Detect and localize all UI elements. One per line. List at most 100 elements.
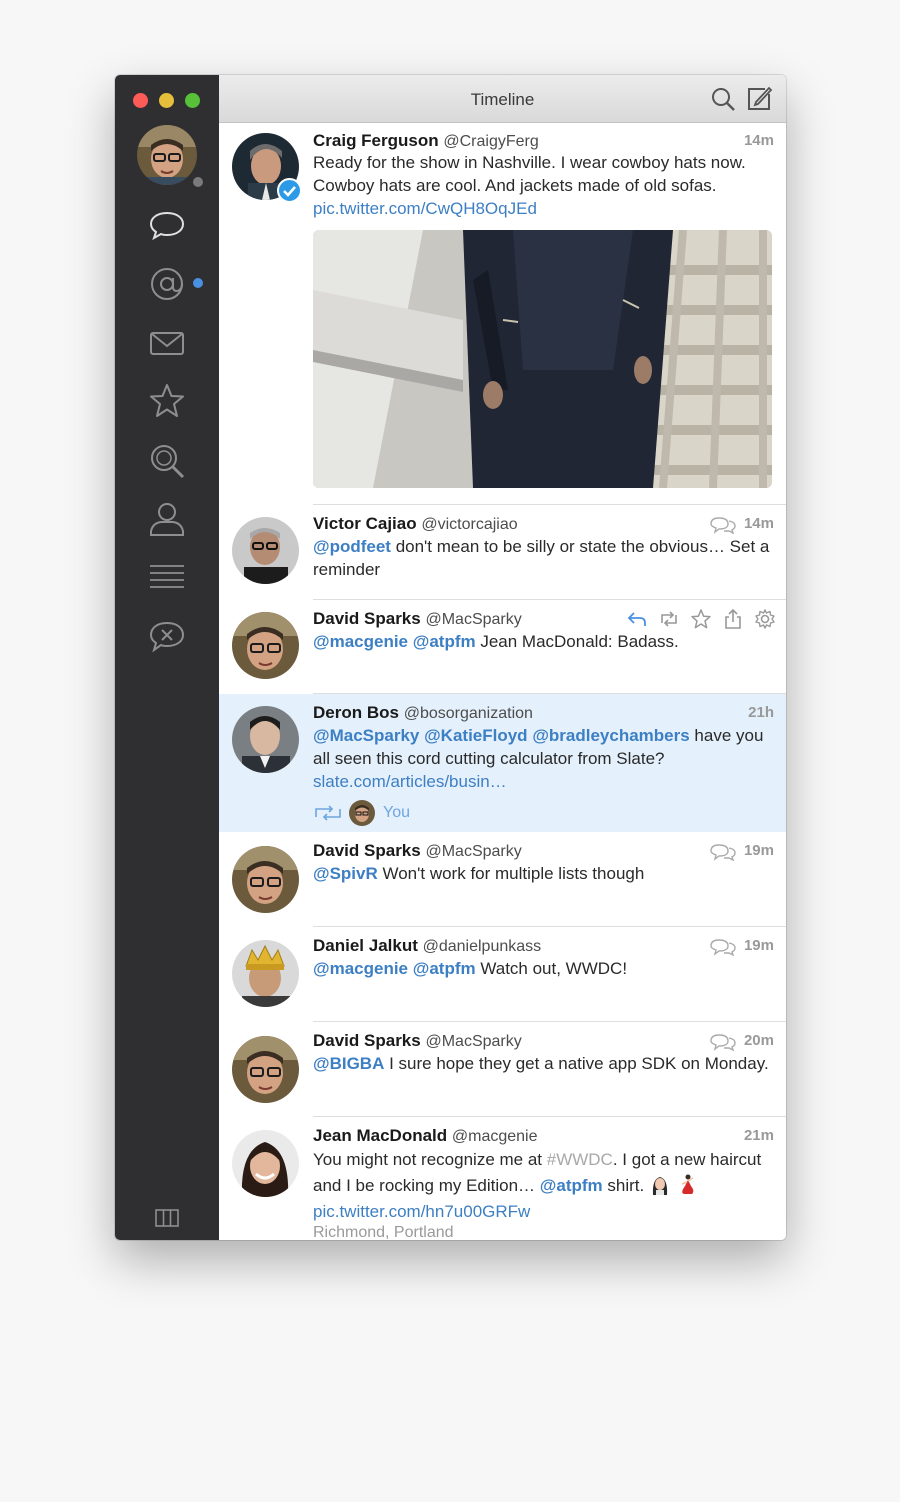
conversation-icon[interactable] — [710, 1033, 736, 1052]
avatar[interactable] — [232, 706, 299, 773]
author-name[interactable]: Victor Cajiao — [313, 514, 417, 533]
author-handle[interactable]: @macgenie — [452, 1128, 538, 1145]
avatar[interactable] — [232, 1130, 299, 1197]
search-button[interactable] — [709, 85, 737, 113]
tweet-header: Craig Ferguson @CraigyFerg 14m — [313, 131, 774, 152]
mention-link[interactable]: @macgenie — [313, 632, 408, 651]
envelope-icon — [150, 332, 184, 355]
mention-link[interactable]: @bradleychambers — [532, 726, 689, 745]
sidebar-item-mute[interactable] — [147, 616, 187, 656]
tweet-location[interactable]: Richmond, Portland — [313, 1224, 454, 1240]
compose-button[interactable] — [745, 85, 773, 113]
tweet-text: @SpivR Won't work for multiple lists tho… — [313, 862, 772, 885]
author-name[interactable]: Deron Bos — [313, 703, 399, 722]
gear-icon[interactable] — [754, 608, 776, 630]
timeline-pane: Timeline Craig Ferguson @CraigyFerg 14m … — [219, 75, 786, 1240]
sidebar-item-favorites[interactable] — [147, 381, 187, 421]
author-handle[interactable]: @MacSparky — [425, 1033, 521, 1050]
author-handle[interactable]: @CraigyFerg — [443, 133, 538, 150]
close-window-button[interactable] — [133, 93, 148, 108]
tweet[interactable]: Craig Ferguson @CraigyFerg 14m Ready for… — [219, 123, 786, 505]
author-name[interactable]: Jean MacDonald — [313, 1126, 447, 1145]
tweet-time: 14m — [743, 515, 774, 532]
tweet-text: @BIGBA I sure hope they get a native app… — [313, 1052, 772, 1075]
tweet-body: Ready for the show in Nashville. I wear … — [313, 153, 746, 195]
avatar[interactable] — [232, 846, 299, 913]
sidebar-item-lists[interactable] — [147, 557, 187, 597]
conversation-icon[interactable] — [710, 938, 736, 957]
author-handle[interactable]: @danielpunkass — [423, 938, 542, 955]
person-icon — [150, 503, 184, 536]
reply-icon[interactable] — [626, 608, 648, 630]
avatar[interactable] — [232, 612, 299, 679]
tweet-photo[interactable] — [313, 230, 772, 488]
tweet-link[interactable]: pic.twitter.com/CwQH8OqJEd — [313, 199, 537, 218]
avatar[interactable] — [232, 517, 299, 584]
hashtag-link[interactable]: #WWDC — [547, 1150, 613, 1169]
tweet[interactable]: David Sparks @MacSparky 20m @BIGBA I sur… — [219, 1022, 786, 1117]
mention-link[interactable]: @podfeet — [313, 537, 391, 556]
tweet-body: You might not recognize me at — [313, 1150, 547, 1169]
tweet-header: David Sparks @MacSparky 19m — [313, 841, 774, 862]
retweeter-avatar[interactable] — [349, 800, 375, 826]
sidebar-item-messages[interactable] — [147, 323, 187, 363]
author-name[interactable]: David Sparks — [313, 609, 421, 628]
sidebar-item-mentions[interactable] — [147, 264, 187, 304]
author-name[interactable]: David Sparks — [313, 1031, 421, 1050]
avatar[interactable] — [232, 1036, 299, 1103]
zoom-window-button[interactable] — [185, 93, 200, 108]
magnifier-icon — [151, 445, 185, 479]
tweet-time: 20m — [743, 1032, 774, 1049]
mention-link[interactable]: @atpfm — [413, 959, 476, 978]
share-icon[interactable] — [722, 608, 744, 630]
sidebar-item-search[interactable] — [147, 441, 187, 481]
tweet-link[interactable]: slate.com/articles/busin… — [313, 772, 507, 791]
mention-link[interactable]: @atpfm — [540, 1176, 603, 1195]
tweet-time: 14m — [743, 132, 774, 149]
retweeted-by-label: You — [383, 804, 410, 821]
tweet-text: @macgenie @atpfm Jean MacDonald: Badass. — [313, 630, 772, 653]
sidebar-item-timeline[interactable] — [147, 205, 187, 245]
tweet-time: 19m — [743, 937, 774, 954]
tweet[interactable]: David Sparks @MacSparky @macgenie @atpfm… — [219, 600, 786, 694]
account-avatar[interactable] — [137, 125, 197, 185]
author-handle[interactable]: @bosorganization — [404, 705, 533, 722]
account-status-dot — [193, 177, 203, 187]
sidebar — [115, 75, 219, 1240]
tweet-text: @podfeet don't mean to be silly or state… — [313, 535, 772, 581]
columns-icon[interactable] — [155, 1209, 179, 1227]
tweet[interactable]: Jean MacDonald @macgenie 21m You might n… — [219, 1117, 786, 1240]
retweet-icon[interactable] — [658, 608, 680, 630]
author-handle[interactable]: @victorcajiao — [421, 516, 517, 533]
tweet-body: Won't work for multiple lists though — [377, 864, 645, 883]
tweet[interactable]: Victor Cajiao @victorcajiao 14m @podfeet… — [219, 505, 786, 600]
tweet-link[interactable]: pic.twitter.com/hn7u00GRFw — [313, 1202, 530, 1221]
author-handle[interactable]: @MacSparky — [425, 611, 521, 628]
title-bar: Timeline — [219, 75, 786, 123]
mention-link[interactable]: @MacSparky — [313, 726, 419, 745]
tweet-header: Victor Cajiao @victorcajiao 14m — [313, 514, 774, 535]
avatar[interactable] — [232, 940, 299, 1007]
mention-link[interactable]: @macgenie — [313, 959, 408, 978]
sidebar-item-profile[interactable] — [147, 499, 187, 539]
author-name[interactable]: Craig Ferguson — [313, 131, 439, 150]
mention-link[interactable]: @SpivR — [313, 864, 378, 883]
author-handle[interactable]: @MacSparky — [425, 843, 521, 860]
author-name[interactable]: Daniel Jalkut — [313, 936, 418, 955]
mention-link[interactable]: @atpfm — [413, 632, 476, 651]
tweet[interactable]: Daniel Jalkut @danielpunkass 19m @macgen… — [219, 927, 786, 1022]
tweet-text: You might not recognize me at #WWDC. I g… — [313, 1147, 772, 1225]
favorite-star-icon[interactable] — [690, 608, 712, 630]
muted-bubble-icon — [149, 621, 185, 653]
conversation-icon[interactable] — [710, 843, 736, 862]
retweet-icon — [313, 804, 343, 822]
tweet-selected[interactable]: Deron Bos @bosorganization 21h @MacSpark… — [219, 694, 786, 832]
mention-link[interactable]: @KatieFloyd — [424, 726, 527, 745]
author-name[interactable]: David Sparks — [313, 841, 421, 860]
verified-badge-icon — [277, 178, 302, 203]
mention-link[interactable]: @BIGBA — [313, 1054, 384, 1073]
conversation-icon[interactable] — [710, 516, 736, 535]
minimize-window-button[interactable] — [159, 93, 174, 108]
woman-emoji-icon — [649, 1173, 671, 1195]
tweet[interactable]: David Sparks @MacSparky 19m @SpivR Won't… — [219, 832, 786, 927]
